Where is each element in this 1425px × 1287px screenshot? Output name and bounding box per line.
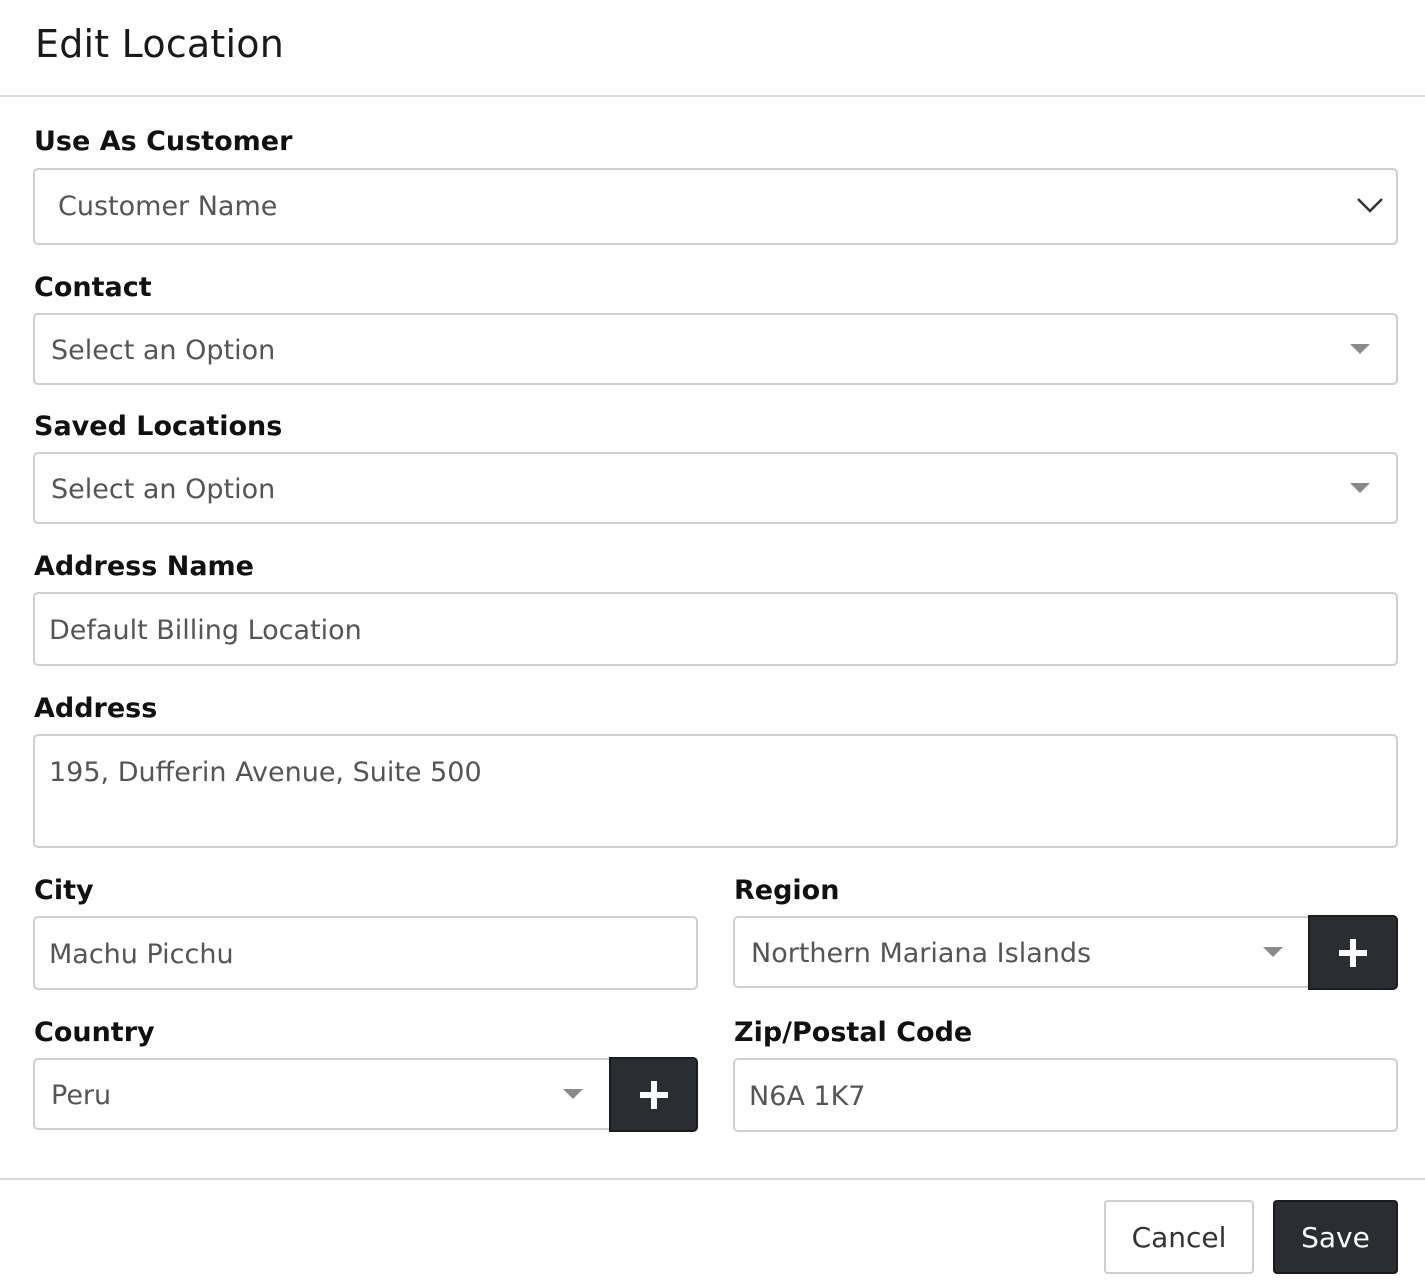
address-name-input[interactable]: Default Billing Location	[33, 592, 1398, 666]
zip-value: N6A 1K7	[749, 1081, 866, 1112]
address-name-label: Address Name	[34, 551, 254, 582]
cancel-button[interactable]: Cancel	[1104, 1200, 1254, 1274]
zip-input[interactable]: N6A 1K7	[733, 1058, 1398, 1132]
plus-icon	[639, 1080, 668, 1109]
zip-label: Zip/Postal Code	[734, 1017, 973, 1048]
address-name-value: Default Billing Location	[49, 615, 362, 646]
add-region-button[interactable]	[1308, 915, 1398, 990]
city-input[interactable]: Machu Picchu	[33, 916, 698, 990]
address-value: 195, Dufferin Avenue, Suite 500	[49, 757, 482, 788]
address-textarea[interactable]: 195, Dufferin Avenue, Suite 500	[33, 734, 1398, 848]
saved-locations-select[interactable]: Select an Option	[33, 452, 1398, 524]
plus-icon	[1339, 938, 1367, 967]
caret-down-icon	[1350, 483, 1370, 493]
edit-location-modal: Edit Location Use As Customer Customer N…	[0, 0, 1425, 1287]
country-label: Country	[34, 1017, 155, 1048]
saved-locations-value: Select an Option	[51, 474, 276, 505]
use-as-customer-label: Use As Customer	[34, 126, 293, 157]
address-label: Address	[34, 693, 158, 724]
city-label: City	[34, 875, 94, 906]
contact-value: Select an Option	[51, 335, 276, 366]
caret-down-icon	[563, 1089, 583, 1099]
use-as-customer-select[interactable]: Customer Name	[33, 168, 1398, 245]
caret-down-icon	[1350, 344, 1370, 354]
caret-down-icon	[1263, 947, 1283, 957]
saved-locations-label: Saved Locations	[34, 411, 283, 442]
country-select[interactable]: Peru	[33, 1058, 612, 1130]
country-value: Peru	[51, 1080, 112, 1111]
modal-footer: Cancel Save	[0, 1178, 1425, 1287]
contact-label: Contact	[34, 272, 152, 303]
contact-select[interactable]: Select an Option	[33, 313, 1398, 385]
region-label: Region	[734, 875, 840, 906]
modal-title: Edit Location	[35, 22, 284, 66]
use-as-customer-value: Customer Name	[58, 191, 278, 222]
chevron-down-icon	[1357, 198, 1383, 213]
city-value: Machu Picchu	[49, 939, 234, 970]
save-button[interactable]: Save	[1273, 1200, 1398, 1274]
modal-header: Edit Location	[0, 0, 1425, 97]
add-country-button[interactable]	[609, 1057, 698, 1132]
region-select[interactable]: Northern Mariana Islands	[733, 916, 1311, 988]
region-value: Northern Mariana Islands	[751, 938, 1092, 969]
